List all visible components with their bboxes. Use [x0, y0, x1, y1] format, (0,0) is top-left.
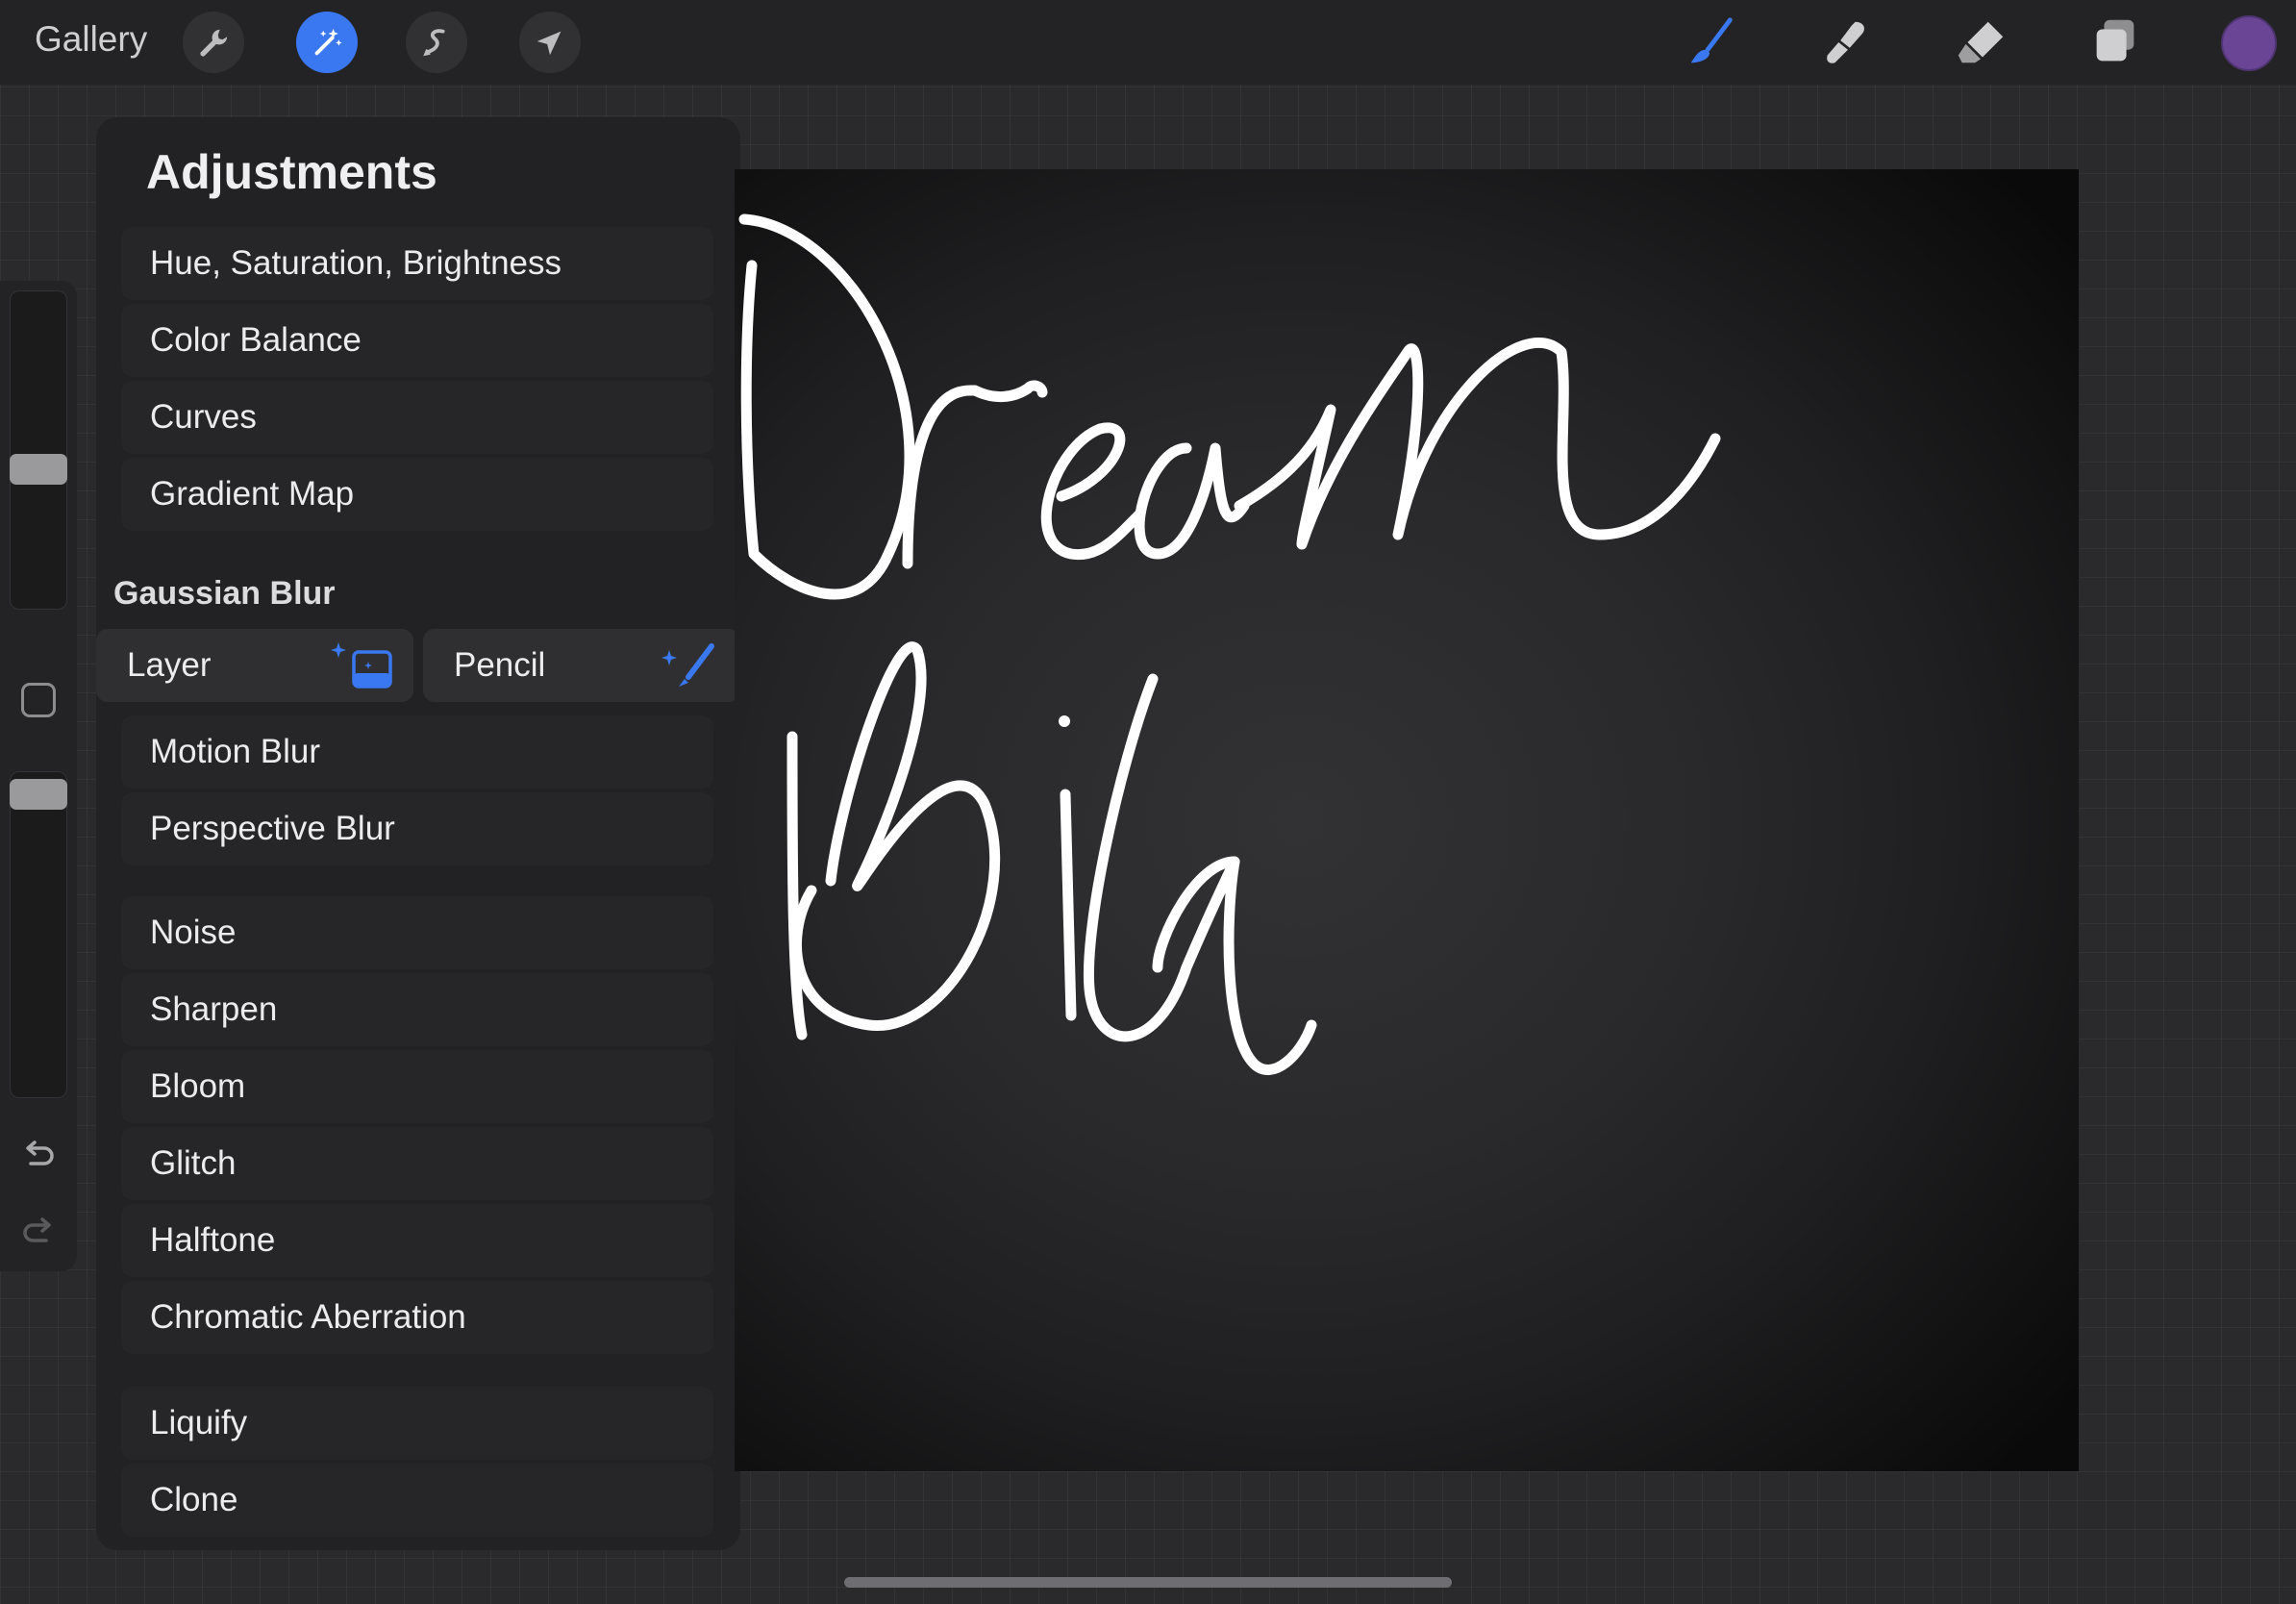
- menu-item-motion-blur[interactable]: Motion Blur: [121, 715, 713, 789]
- gallery-button[interactable]: Gallery: [35, 19, 147, 60]
- layers-icon: [2096, 19, 2134, 62]
- brush-size-thumb[interactable]: [10, 454, 67, 485]
- layer-adjust-icon: [331, 642, 392, 689]
- stroke-letter-r: [902, 380, 1048, 569]
- color-picker-button[interactable]: [2221, 15, 2277, 71]
- selection-icon: [423, 29, 445, 57]
- top-toolbar: Gallery: [0, 0, 2296, 85]
- layer-label: Layer: [127, 646, 212, 684]
- menu-item-chromatic-aberration[interactable]: Chromatic Aberration: [121, 1281, 713, 1354]
- gaussian-blur-title: Gaussian Blur: [113, 575, 336, 612]
- brush-icon: [1690, 17, 1733, 63]
- paint-button[interactable]: [1681, 12, 1742, 73]
- drawing-canvas[interactable]: [735, 169, 2079, 1471]
- menu-item-glitch[interactable]: Glitch: [121, 1127, 713, 1200]
- menu-item-noise[interactable]: Noise: [121, 896, 713, 969]
- stroke-letter-i: [1060, 789, 1077, 1021]
- pencil-adjust-icon: [661, 643, 714, 687]
- menu-item-hue-saturation-brightness[interactable]: Hue, Saturation, Brightness: [121, 227, 713, 300]
- erase-button[interactable]: [1950, 12, 2011, 73]
- stroke-letter-d: [738, 213, 915, 600]
- menu-item-sharpen[interactable]: Sharpen: [121, 973, 713, 1046]
- actions-button[interactable]: [183, 12, 244, 73]
- menu-item-curves[interactable]: Curves: [121, 381, 713, 454]
- i-dot: [1059, 715, 1070, 727]
- home-indicator[interactable]: [844, 1577, 1452, 1588]
- stroke-letter-e: [1040, 422, 1144, 561]
- wrench-icon: [200, 29, 228, 57]
- gaussian-blur-pencil-button[interactable]: Pencil: [423, 629, 740, 702]
- stroke-letter-b-bowl: [790, 641, 1000, 1031]
- left-sidebar: [0, 281, 77, 1271]
- modify-button[interactable]: [21, 683, 56, 717]
- magic-wand-icon: [314, 28, 342, 56]
- menu-item-halftone[interactable]: Halftone: [121, 1204, 713, 1277]
- redo-icon[interactable]: [19, 1212, 58, 1250]
- eraser-icon: [1958, 21, 2004, 63]
- handwritten-artwork: [738, 213, 1721, 1075]
- adjustments-panel: Adjustments Hue, Saturation, Brightness …: [96, 117, 740, 1550]
- menu-item-perspective-blur[interactable]: Perspective Blur: [121, 792, 713, 865]
- menu-item-gradient-map[interactable]: Gradient Map: [121, 458, 713, 531]
- adjustments-button[interactable]: [296, 12, 358, 73]
- opacity-thumb[interactable]: [10, 779, 67, 810]
- stroke-letter-a: [1134, 442, 1250, 560]
- opacity-slider[interactable]: [10, 771, 67, 1098]
- smudge-button[interactable]: [1815, 12, 1877, 73]
- pencil-label: Pencil: [454, 646, 546, 684]
- panel-title: Adjustments: [146, 145, 437, 199]
- menu-item-bloom[interactable]: Bloom: [121, 1050, 713, 1123]
- gaussian-blur-layer-button[interactable]: Layer: [96, 629, 413, 702]
- menu-item-clone[interactable]: Clone: [121, 1464, 713, 1537]
- transform-button[interactable]: [519, 12, 581, 73]
- stroke-letter-m: [1234, 337, 1721, 550]
- stroke-letter-b: [786, 731, 808, 1040]
- menu-item-color-balance[interactable]: Color Balance: [121, 304, 713, 377]
- arrow-cursor-icon: [537, 31, 562, 56]
- menu-item-liquify[interactable]: Liquify: [121, 1387, 713, 1460]
- undo-icon[interactable]: [19, 1135, 58, 1173]
- smudge-icon: [1827, 21, 1864, 63]
- selection-button[interactable]: [406, 12, 467, 73]
- brush-size-slider[interactable]: [10, 290, 67, 610]
- layers-button[interactable]: [2084, 12, 2146, 73]
